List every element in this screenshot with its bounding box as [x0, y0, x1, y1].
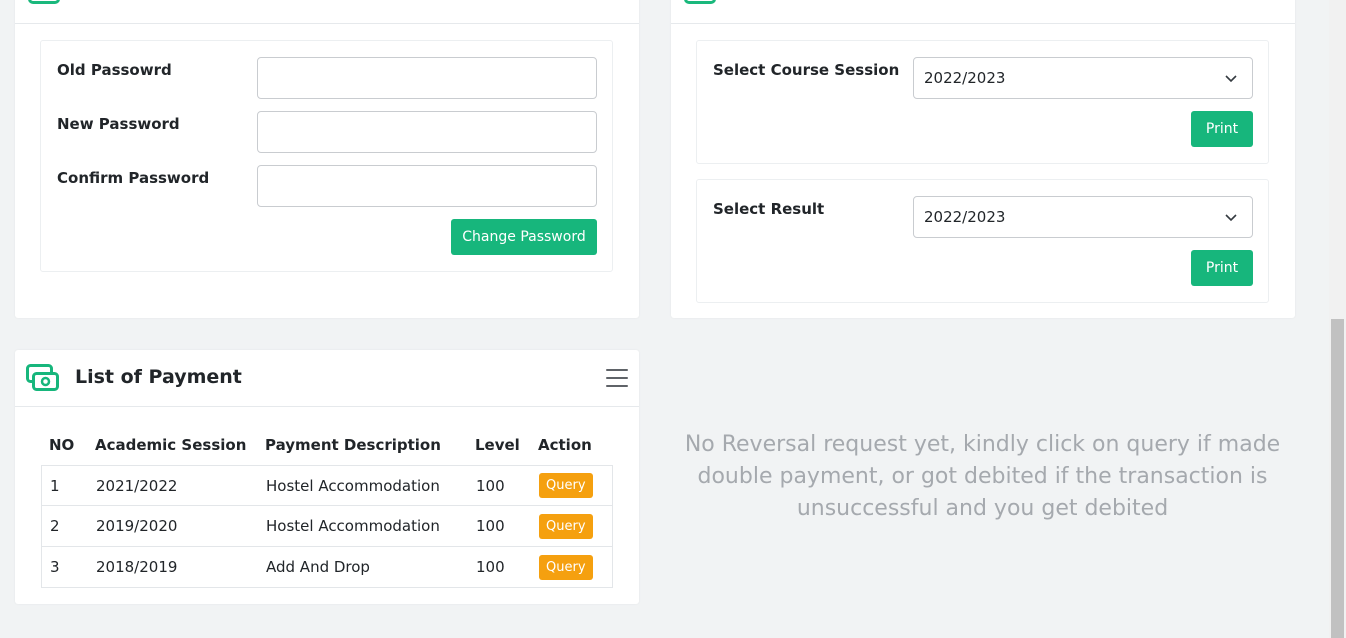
confirm-password-label: Confirm Password [57, 169, 210, 187]
card-header [671, 0, 1295, 24]
course-session-label: Select Course Session [713, 61, 900, 79]
query-button[interactable]: Query [539, 473, 593, 498]
column-header: Level [475, 436, 520, 454]
course-result-card: Select Course Session 2022/2023 Print Se… [671, 0, 1295, 318]
chevron-down-icon [1225, 75, 1237, 83]
old-password-input[interactable] [257, 57, 597, 99]
course-session-value: 2022/2023 [924, 69, 1006, 87]
result-value: 2022/2023 [924, 208, 1006, 226]
new-password-label: New Password [57, 115, 180, 133]
lock-icon [28, 0, 60, 4]
column-header: Academic Session [95, 436, 247, 454]
old-password-label: Old Passowrd [57, 61, 172, 79]
scrollbar-thumb[interactable] [1331, 319, 1344, 638]
menu-icon[interactable] [606, 369, 628, 387]
row-number: 2 [50, 517, 60, 535]
result-form: Select Result 2022/2023 Print [696, 179, 1269, 303]
result-select[interactable]: 2022/2023 [913, 196, 1253, 238]
row-session: 2021/2022 [96, 476, 178, 495]
table-row: 3 2018/2019 Add And Drop 100 Query [41, 547, 613, 588]
print-result-button[interactable]: Print [1191, 250, 1253, 286]
print-course-button[interactable]: Print [1191, 111, 1253, 147]
table-row: 1 2021/2022 Hostel Accommodation 100 Que… [41, 465, 613, 506]
new-password-input[interactable] [257, 111, 597, 153]
column-header: NO [49, 436, 75, 454]
row-level: 100 [476, 558, 505, 576]
page-scrollbar[interactable] [1329, 0, 1346, 638]
chevron-down-icon [1225, 214, 1237, 222]
row-description: Hostel Accommodation [266, 476, 440, 495]
card-header [15, 0, 639, 24]
table-row: 2 2019/2020 Hostel Accommodation 100 Que… [41, 506, 613, 547]
card-header: List of Payment [15, 350, 639, 407]
table-header: NO Academic Session Payment Description … [41, 425, 613, 465]
row-description: Add And Drop [266, 558, 370, 576]
row-number: 3 [50, 558, 60, 576]
course-session-form: Select Course Session 2022/2023 Print [696, 40, 1269, 164]
column-header: Payment Description [265, 436, 441, 454]
row-level: 100 [476, 476, 505, 495]
row-level: 100 [476, 517, 505, 535]
query-button[interactable]: Query [539, 513, 593, 539]
change-password-button[interactable]: Change Password [451, 219, 597, 255]
print-icon [684, 0, 716, 4]
row-session: 2019/2020 [96, 517, 178, 535]
row-description: Hostel Accommodation [266, 517, 440, 535]
reversal-empty-message: No Reversal request yet, kindly click on… [684, 432, 1281, 521]
password-form: Old Passowrd New Password Confirm Passwo… [40, 40, 613, 272]
card-title: List of Payment [75, 366, 242, 388]
result-label: Select Result [713, 200, 825, 218]
row-session: 2018/2019 [96, 558, 178, 576]
money-icon [26, 364, 59, 391]
row-number: 1 [50, 476, 60, 495]
confirm-password-input[interactable] [257, 165, 597, 207]
column-header: Action [538, 436, 592, 454]
payment-table: NO Academic Session Payment Description … [41, 425, 613, 588]
payment-list-card: List of Payment NO Academic Session Paym… [15, 350, 639, 604]
course-session-select[interactable]: 2022/2023 [913, 57, 1253, 99]
query-button[interactable]: Query [539, 554, 593, 580]
change-password-card: Old Passowrd New Password Confirm Passwo… [15, 0, 639, 318]
